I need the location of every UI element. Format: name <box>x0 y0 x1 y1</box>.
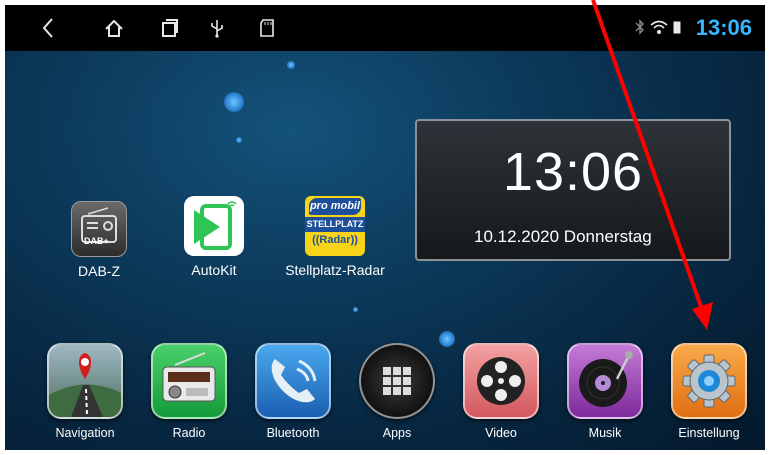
annotation-arrow-icon <box>591 0 713 330</box>
